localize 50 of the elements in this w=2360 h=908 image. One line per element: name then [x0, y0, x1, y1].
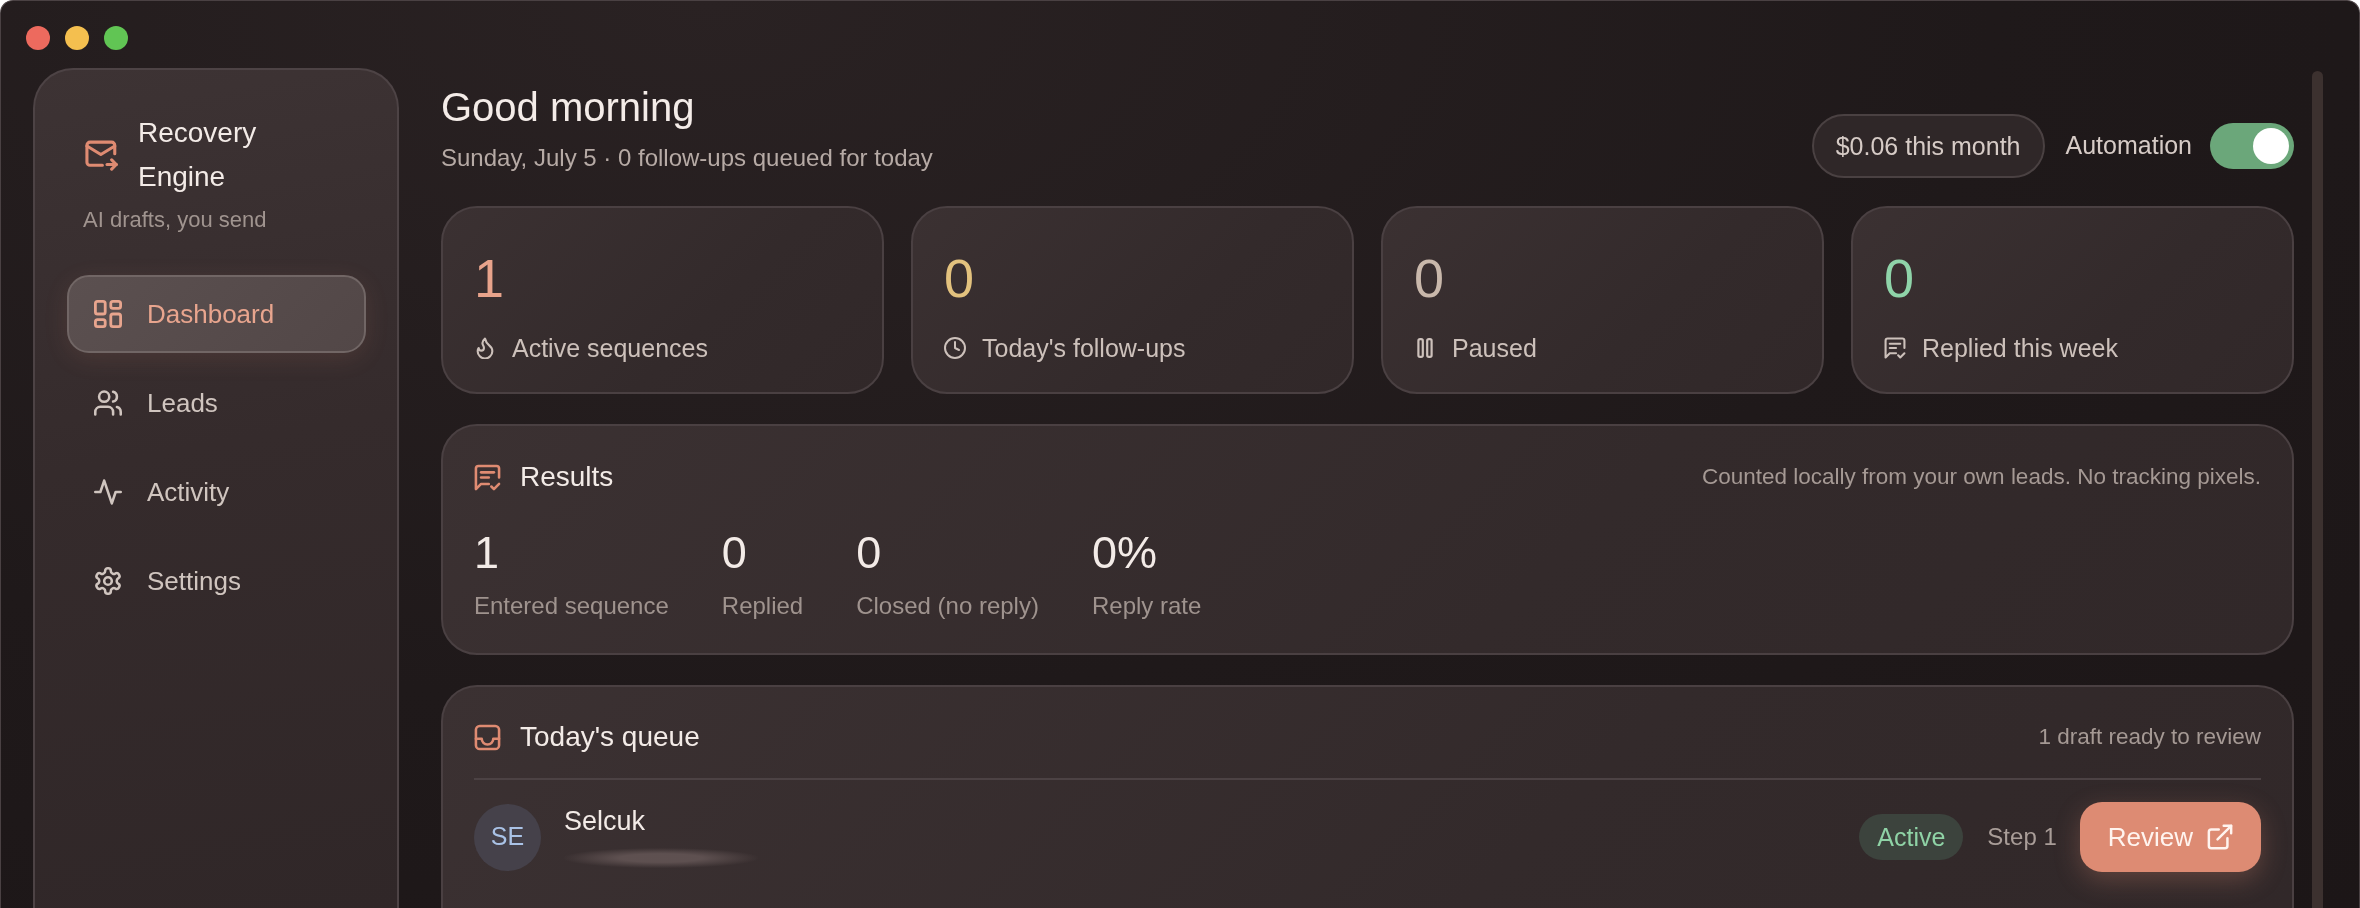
page-subtitle: Sunday, July 5 · 0 follow-ups queued for today: [441, 143, 933, 173]
dashboard-icon: [94, 300, 122, 328]
nav-item[interactable]: Leads: [67, 364, 366, 442]
clock-icon: [944, 337, 966, 359]
metric-value: 0%: [1091, 526, 1158, 580]
message-check-icon: [1884, 337, 1906, 359]
metric-value: 0: [856, 526, 883, 580]
message-check-icon: [474, 463, 501, 491]
metric-label: Reply rate: [1091, 591, 1202, 621]
stat-value: 0: [944, 247, 976, 310]
pause-icon: [1414, 337, 1436, 359]
step-label: Step 1: [1987, 822, 2057, 852]
avatar: SE: [474, 803, 541, 871]
page-title: Good morning: [441, 84, 696, 131]
stat-value: 1: [474, 247, 506, 310]
spend-badge: $0.06 this month: [1811, 114, 2045, 178]
flame-icon: [474, 337, 496, 359]
window-close-icon[interactable]: [26, 26, 50, 50]
metric-value: 0: [721, 526, 748, 580]
nav-item[interactable]: Dashboard: [67, 275, 366, 353]
pulse-icon: [94, 478, 122, 506]
metric-label: Entered sequence: [474, 591, 669, 621]
metric-label: Closed (no reply): [856, 591, 1039, 621]
stat-label: Active sequences: [512, 333, 708, 364]
metric-label: Replied: [721, 591, 804, 621]
card-note: Counted locally from your own leads. No tracking pixels.: [1702, 463, 2261, 491]
automation-toggle[interactable]: [2210, 123, 2294, 169]
nav-item[interactable]: Settings: [67, 542, 366, 620]
inbox-icon: [474, 723, 501, 751]
lead-name: Selcuk: [564, 806, 646, 836]
nav-item[interactable]: Activity: [67, 453, 366, 531]
settings-icon: [94, 567, 122, 595]
stat-label: Today's follow-ups: [982, 333, 1186, 364]
metric-value: 1: [474, 526, 501, 580]
window-zoom-icon[interactable]: [104, 26, 128, 50]
stat-label: Replied this week: [1922, 333, 2118, 364]
scrollbar[interactable]: [2312, 71, 2323, 908]
queue-summary: 1 draft ready to review: [2038, 723, 2261, 751]
stat-label: Paused: [1452, 333, 1537, 364]
app-tagline: AI drafts, you send: [83, 206, 267, 234]
status-badge: Active: [1859, 814, 1964, 860]
window-minimize-icon[interactable]: [65, 26, 89, 50]
users-icon: [94, 389, 122, 417]
external-link-icon: [2207, 824, 2233, 850]
card-title: Results: [520, 460, 614, 494]
stat-value: 0: [1884, 247, 1916, 310]
automation-label: Automation: [2065, 130, 2192, 162]
card-title: Today's queue: [520, 720, 700, 754]
app-name: Recovery Engine: [138, 116, 258, 194]
stat-value: 0: [1414, 247, 1446, 310]
